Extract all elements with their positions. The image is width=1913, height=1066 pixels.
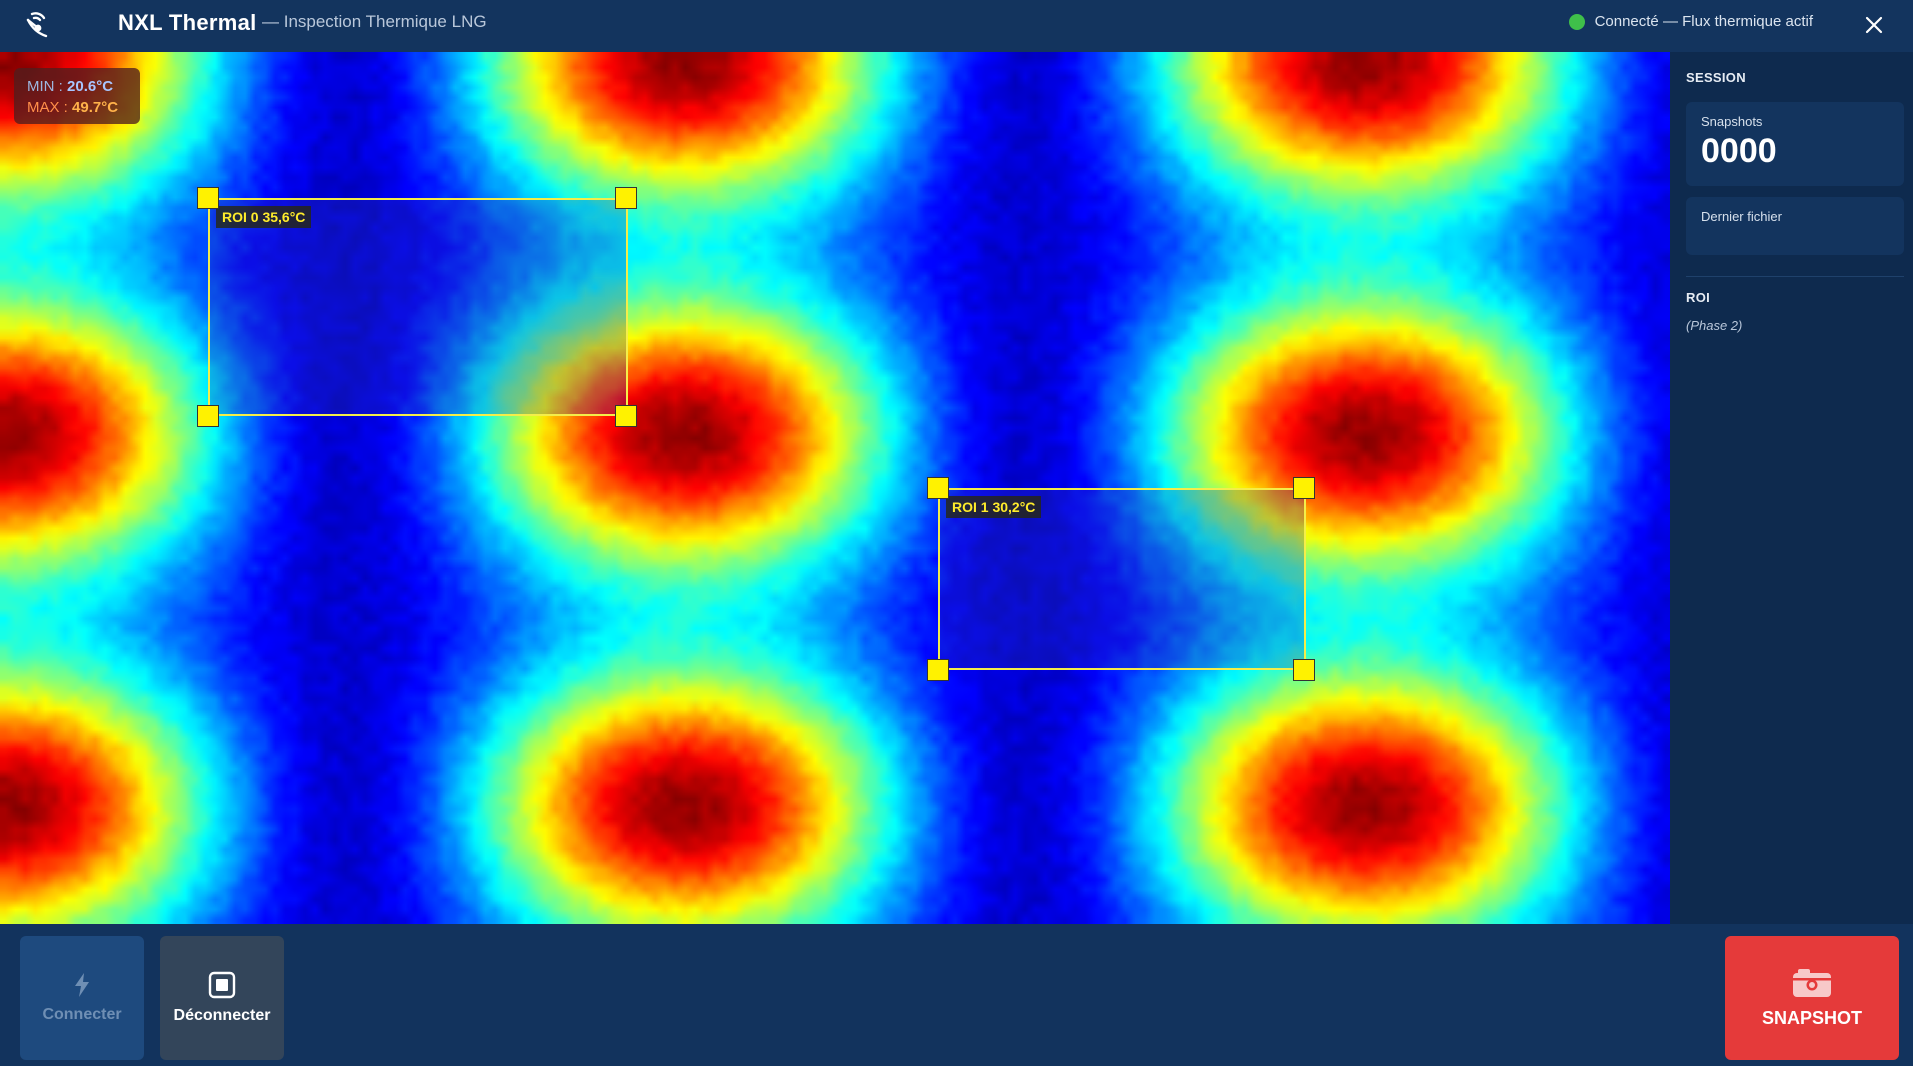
connect-label: Connecter: [42, 1006, 122, 1023]
connection-status: Connecté — Flux thermique actif: [1568, 13, 1813, 30]
disconnect-label: Déconnecter: [173, 1007, 271, 1024]
status-dot-icon: [1568, 13, 1585, 30]
roi-1-handle-bottom-right[interactable]: [1293, 659, 1315, 681]
roi-0-handle-bottom-right[interactable]: [615, 405, 637, 427]
roi-1-handle-top-left[interactable]: [927, 477, 949, 499]
roi-0-label: ROI 0 35,6°C: [216, 206, 312, 228]
app-subtitle: — Inspection Thermique LNG: [262, 12, 487, 31]
panel-divider: [1686, 276, 1904, 277]
thermal-image: [0, 52, 1670, 924]
last-file-label: Dernier fichier: [1701, 209, 1782, 224]
min-value: 20.6°C: [67, 78, 114, 95]
status-text: Connecté — Flux thermique actif: [1594, 13, 1813, 30]
disconnect-button[interactable]: Déconnecter: [160, 936, 284, 1060]
min-max-overlay: MIN : 20.6°C MAX : 49.7°C: [14, 68, 140, 124]
max-label: MAX :: [27, 99, 68, 116]
roi-1-handle-top-right[interactable]: [1293, 477, 1315, 499]
roi-0-rect[interactable]: ROI 0 35,6°C: [208, 198, 628, 416]
snapshot-button[interactable]: SNAPSHOT: [1725, 936, 1899, 1060]
roi-0-handle-bottom-left[interactable]: [197, 405, 219, 427]
roi-section-title: ROI: [1686, 290, 1711, 305]
snapshots-card: Snapshots 0000: [1686, 102, 1904, 186]
roi-1-rect[interactable]: ROI 1 30,2°C: [938, 488, 1306, 670]
snapshot-label: SNAPSHOT: [1761, 1007, 1862, 1028]
roi-1-handle-bottom-left[interactable]: [927, 659, 949, 681]
last-file-card: Dernier fichier: [1686, 197, 1904, 255]
connect-button[interactable]: Connecter: [20, 936, 144, 1060]
app-title: NXL Thermal: [118, 10, 257, 35]
session-title: SESSION: [1686, 70, 1746, 85]
thermal-view[interactable]: MIN : 20.6°C MAX : 49.7°C ROI 0 35,6°C R…: [0, 52, 1670, 924]
title-bar: NXL Thermal — Inspection Thermique LNG C…: [0, 0, 1913, 53]
close-icon[interactable]: [1859, 10, 1889, 40]
satellite-dish-icon: [26, 12, 48, 38]
session-panel: SESSION Snapshots 0000 Dernier fichier R…: [1670, 52, 1913, 924]
roi-0-shade: [210, 200, 626, 414]
snapshots-label: Snapshots: [1701, 114, 1763, 129]
lightning-bolt-icon: [75, 973, 89, 997]
snapshots-count: 0000: [1701, 132, 1777, 170]
roi-0-handle-top-left[interactable]: [197, 187, 219, 209]
roi-0-handle-top-right[interactable]: [615, 187, 637, 209]
max-value: 49.7°C: [72, 99, 119, 116]
roi-1-label: ROI 1 30,2°C: [946, 496, 1042, 518]
bottom-toolbar: Connecter Déconnecter SNAPSHOT: [0, 924, 1913, 1066]
min-label: MIN :: [27, 78, 63, 95]
stop-square-icon: [208, 971, 236, 999]
camera-icon: [1793, 968, 1831, 997]
roi-phase-note: (Phase 2): [1686, 318, 1743, 333]
